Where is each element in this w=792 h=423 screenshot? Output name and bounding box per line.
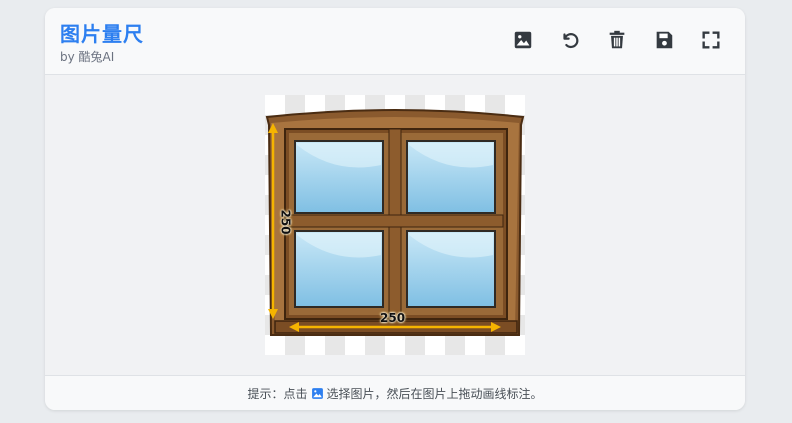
canvas-area[interactable]: 250 250: [45, 75, 745, 375]
delete-button[interactable]: [605, 28, 629, 52]
fullscreen-button[interactable]: [699, 28, 723, 52]
undo-icon: [563, 33, 579, 48]
hint-prefix: 提示：点击: [247, 386, 308, 401]
measure-label-horizontal: 250: [380, 311, 406, 325]
fullscreen-icon: [702, 31, 720, 49]
save-button[interactable]: [652, 28, 676, 52]
trash-icon: [609, 30, 625, 49]
toolbar: [511, 28, 723, 52]
image-canvas[interactable]: 250 250: [265, 95, 525, 355]
save-icon: [656, 31, 673, 49]
hint-suffix: 选择图片，然后在图片上拖动画线标注。: [326, 386, 543, 401]
measure-label-vertical: 250: [278, 209, 293, 235]
footer-hint: 提示：点击 选择图片，然后在图片上拖动画线标注。: [45, 375, 745, 410]
header: 图片量尺 by 酷兔AI: [45, 8, 745, 75]
image-icon: [514, 31, 532, 49]
undo-button[interactable]: [558, 28, 582, 52]
ruler-card: 图片量尺 by 酷兔AI 250 250 提示：点击 选择图片，然后在图片上拖动…: [45, 8, 745, 410]
app-subtitle: by 酷兔AI: [60, 50, 115, 64]
app-title: 图片量尺: [60, 22, 144, 46]
image-icon: [311, 387, 323, 399]
select-image-button[interactable]: [511, 28, 535, 52]
